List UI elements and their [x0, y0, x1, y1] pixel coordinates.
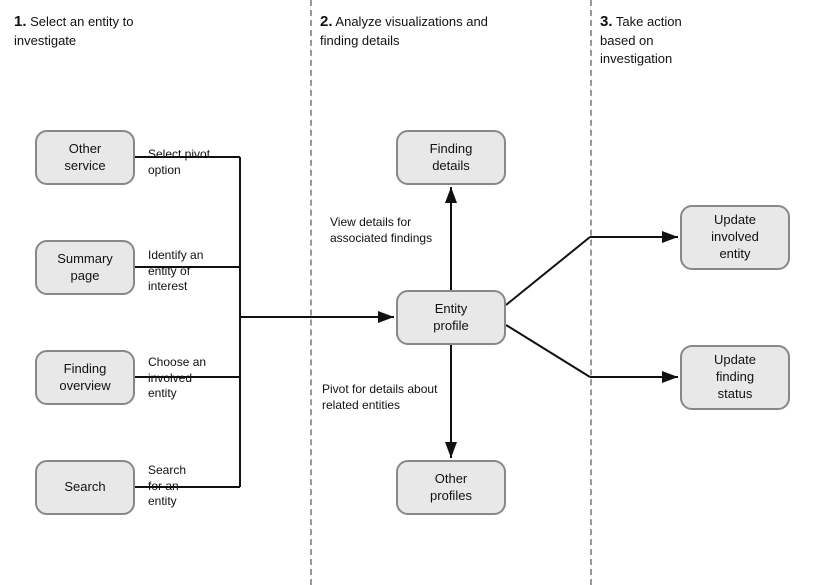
- divider-1: [310, 0, 312, 585]
- view-details-label: View details forassociated findings: [330, 215, 432, 246]
- pivot-related-label: Pivot for details aboutrelated entities: [322, 382, 437, 413]
- update-finding-status-box: Updatefindingstatus: [680, 345, 790, 410]
- step-2-header: 2. Analyze visualizations andfinding det…: [320, 12, 540, 50]
- select-pivot-label: Select pivotoption: [148, 147, 210, 178]
- step-3-num: 3.: [600, 13, 613, 30]
- step-3-header: 3. Take actionbased oninvestigation: [600, 12, 770, 67]
- update-involved-entity-box: Updateinvolvedentity: [680, 205, 790, 270]
- summary-page-box: Summarypage: [35, 240, 135, 295]
- diagram: 1. Select an entity toinvestigate 2. Ana…: [0, 0, 831, 585]
- search-entity-label: Searchfor anentity: [148, 463, 186, 510]
- identify-entity-label: Identify anentity ofinterest: [148, 248, 203, 295]
- choose-involved-label: Choose aninvolvedentity: [148, 355, 206, 402]
- search-box: Search: [35, 460, 135, 515]
- step-3-label: Take actionbased oninvestigation: [600, 14, 682, 66]
- step-1-num: 1.: [14, 13, 27, 30]
- other-profiles-box: Otherprofiles: [396, 460, 506, 515]
- step-1-header: 1. Select an entity toinvestigate: [14, 12, 184, 50]
- finding-details-box: Findingdetails: [396, 130, 506, 185]
- other-service-box: Otherservice: [35, 130, 135, 185]
- step-1-label: Select an entity toinvestigate: [14, 14, 133, 48]
- step-2-num: 2.: [320, 13, 333, 30]
- entity-profile-box: Entityprofile: [396, 290, 506, 345]
- step-2-label: Analyze visualizations andfinding detail…: [320, 14, 488, 48]
- finding-overview-box: Findingoverview: [35, 350, 135, 405]
- divider-2: [590, 0, 592, 585]
